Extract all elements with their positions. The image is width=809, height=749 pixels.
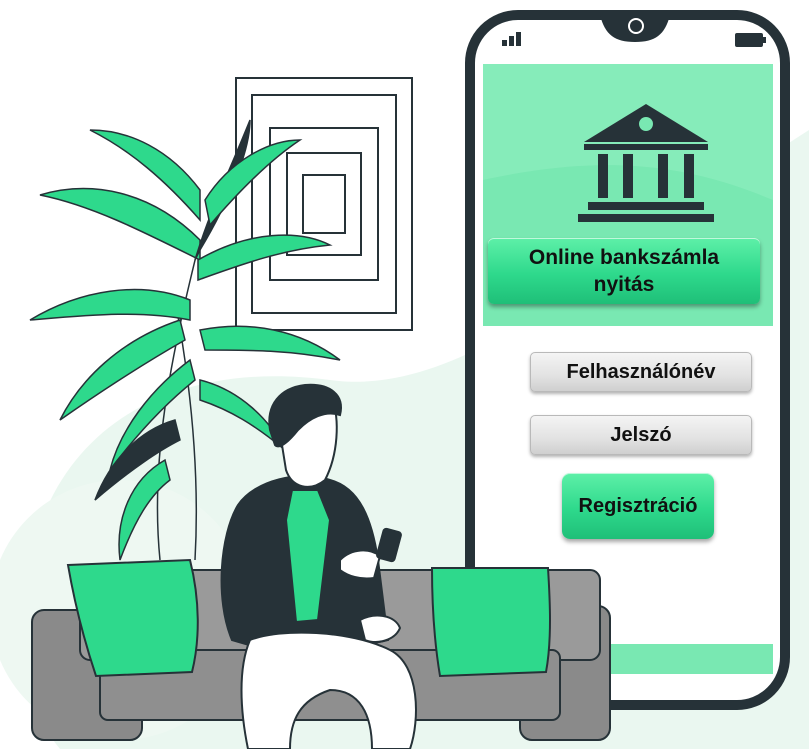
app-title-line1: Online bankszámla (528, 246, 720, 269)
app-title-line2: nyitás (593, 273, 655, 296)
phone-screen-ui: Online bankszámla nyitás Felhasználónév … (0, 0, 809, 749)
register-button[interactable]: Regisztráció (562, 473, 714, 539)
app-title-banner: Online bankszámla nyitás (488, 238, 760, 304)
password-field[interactable]: Jelszó (530, 415, 752, 455)
username-field[interactable]: Felhasználónév (530, 352, 752, 392)
